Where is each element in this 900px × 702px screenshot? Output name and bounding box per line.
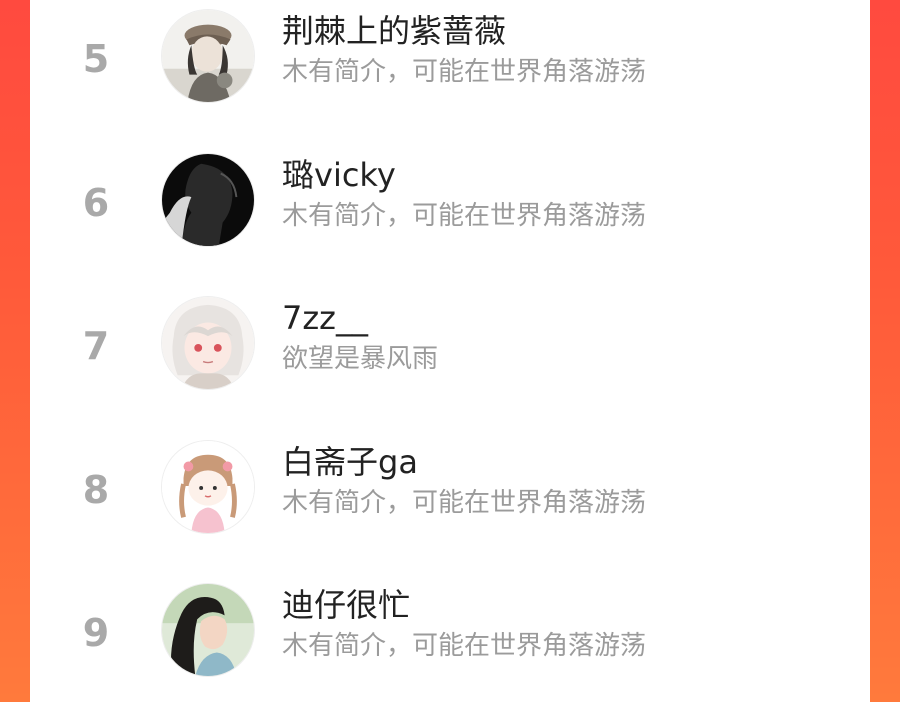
- user-bio: 木有简介，可能在世界角落游荡: [282, 488, 647, 518]
- user-name[interactable]: 荆棘上的紫蔷薇: [282, 11, 506, 51]
- avatar-silhouette-icon[interactable]: [161, 153, 255, 247]
- list-item[interactable]: 8 白斋子ga 木有简介，可能在世界角落游荡: [30, 430, 870, 573]
- rank-number: 8: [82, 468, 110, 512]
- avatar-anime-white-hair-icon[interactable]: [161, 296, 255, 390]
- rank-number: 5: [82, 37, 110, 81]
- list-item[interactable]: 7 7zz__ 欲望是暴风雨: [30, 286, 870, 429]
- rank-number: 7: [82, 324, 110, 368]
- screen-background: 5 荆棘上的紫蔷薇 木有简介，可能在世界角落游荡 6 璐vicky 木有简介，可…: [0, 0, 900, 702]
- user-bio: 欲望是暴风雨: [282, 344, 439, 374]
- user-name[interactable]: 迪仔很忙: [282, 585, 410, 625]
- list-item[interactable]: 6 璐vicky 木有简介，可能在世界角落游荡: [30, 143, 870, 286]
- rank-number: 6: [82, 181, 110, 225]
- user-name[interactable]: 璐vicky: [282, 155, 396, 195]
- list-item[interactable]: 5 荆棘上的紫蔷薇 木有简介，可能在世界角落游荡: [30, 0, 870, 142]
- avatar-girl-cap-icon[interactable]: [161, 9, 255, 103]
- list-item[interactable]: 9 迪仔很忙 木有简介，可能在世界角落游荡: [30, 573, 870, 702]
- ranking-list-panel[interactable]: 5 荆棘上的紫蔷薇 木有简介，可能在世界角落游荡 6 璐vicky 木有简介，可…: [30, 0, 870, 702]
- rank-number: 9: [82, 611, 110, 655]
- user-name[interactable]: 白斋子ga: [282, 442, 418, 482]
- user-bio: 木有简介，可能在世界角落游荡: [282, 631, 647, 661]
- user-name[interactable]: 7zz__: [282, 298, 368, 338]
- user-bio: 木有简介，可能在世界角落游荡: [282, 201, 647, 231]
- avatar-cartoon-girl-icon[interactable]: [161, 440, 255, 534]
- avatar-woman-profile-icon[interactable]: [161, 583, 255, 677]
- user-bio: 木有简介，可能在世界角落游荡: [282, 57, 647, 87]
